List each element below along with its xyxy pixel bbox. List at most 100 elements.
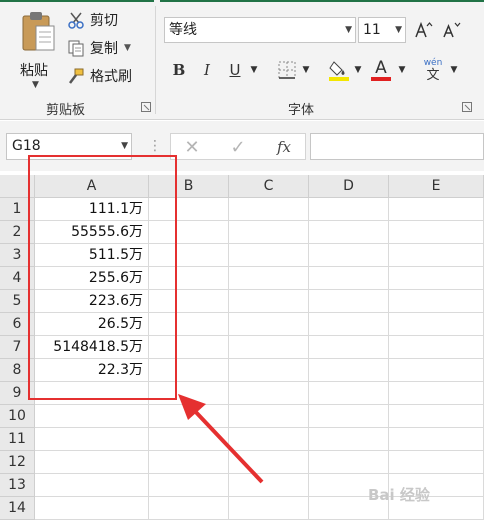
cell-e7[interactable] [389, 336, 484, 359]
cell-a7[interactable]: 5148418.5万 [35, 336, 149, 359]
cell-c3[interactable] [229, 244, 309, 267]
cell-a4[interactable]: 255.6万 [35, 267, 149, 290]
cell-b2[interactable] [149, 221, 229, 244]
cell-a13[interactable] [35, 474, 149, 497]
cell-b3[interactable] [149, 244, 229, 267]
chevron-down-icon[interactable]: ▼ [448, 58, 460, 82]
phonetic-guide-button[interactable]: wén 文 [420, 56, 446, 84]
cell-b6[interactable] [149, 313, 229, 336]
cell-c2[interactable] [229, 221, 309, 244]
cell-e4[interactable] [389, 267, 484, 290]
cell-d12[interactable] [309, 451, 389, 474]
chevron-down-icon[interactable]: ▼ [248, 58, 260, 82]
cell-d4[interactable] [309, 267, 389, 290]
cell-b12[interactable] [149, 451, 229, 474]
chevron-down-icon[interactable]: ▼ [121, 134, 128, 159]
cell-a14[interactable] [35, 497, 149, 520]
cell-b4[interactable] [149, 267, 229, 290]
splitter-dots-icon[interactable]: ⋮ [148, 138, 162, 154]
cell-e12[interactable] [389, 451, 484, 474]
borders-button[interactable] [274, 58, 300, 82]
cell-c12[interactable] [229, 451, 309, 474]
cell-b1[interactable] [149, 198, 229, 221]
font-size-select[interactable]: 11 ▼ [358, 17, 406, 43]
column-header-a[interactable]: A [35, 175, 149, 198]
font-color-button[interactable]: A [368, 56, 394, 84]
bold-button[interactable]: B [168, 58, 190, 82]
cell-a6[interactable]: 26.5万 [35, 313, 149, 336]
chevron-down-icon[interactable]: ▼ [396, 58, 408, 82]
row-header-7[interactable]: 7 [0, 336, 35, 359]
cell-c8[interactable] [229, 359, 309, 382]
cell-c5[interactable] [229, 290, 309, 313]
enter-check-icon[interactable]: ✓ [227, 136, 249, 158]
cell-e8[interactable] [389, 359, 484, 382]
row-header-4[interactable]: 4 [0, 267, 35, 290]
cell-d6[interactable] [309, 313, 389, 336]
cut-button[interactable]: 剪切 [66, 9, 118, 31]
name-box[interactable]: G18 ▼ [6, 133, 132, 160]
cell-e9[interactable] [389, 382, 484, 405]
cell-b14[interactable] [149, 497, 229, 520]
fill-color-button[interactable] [326, 56, 352, 84]
chevron-down-icon[interactable]: ▼ [124, 43, 131, 53]
cell-e3[interactable] [389, 244, 484, 267]
cell-b13[interactable] [149, 474, 229, 497]
cell-c14[interactable] [229, 497, 309, 520]
cell-b8[interactable] [149, 359, 229, 382]
row-header-8[interactable]: 8 [0, 359, 35, 382]
cell-b9[interactable] [149, 382, 229, 405]
cell-d2[interactable] [309, 221, 389, 244]
font-name-select[interactable]: 等线 ▼ [164, 17, 356, 43]
copy-button[interactable]: 复制 ▼ [66, 37, 131, 59]
cell-a8[interactable]: 22.3万 [35, 359, 149, 382]
cell-a2[interactable]: 55555.6万 [35, 221, 149, 244]
row-header-1[interactable]: 1 [0, 198, 35, 221]
cell-c9[interactable] [229, 382, 309, 405]
cancel-icon[interactable]: ✕ [181, 136, 203, 158]
cell-e1[interactable] [389, 198, 484, 221]
dialog-launcher-icon[interactable] [462, 102, 472, 112]
select-all-corner[interactable] [0, 175, 35, 198]
cell-c13[interactable] [229, 474, 309, 497]
cell-b11[interactable] [149, 428, 229, 451]
row-header-3[interactable]: 3 [0, 244, 35, 267]
row-header-2[interactable]: 2 [0, 221, 35, 244]
row-header-5[interactable]: 5 [0, 290, 35, 313]
cell-d5[interactable] [309, 290, 389, 313]
increase-font-size-button[interactable] [412, 18, 434, 42]
row-header-11[interactable]: 11 [0, 428, 35, 451]
paste-button[interactable]: 粘贴 ▼ [10, 6, 60, 94]
cell-d11[interactable] [309, 428, 389, 451]
cell-b5[interactable] [149, 290, 229, 313]
cell-a12[interactable] [35, 451, 149, 474]
cell-a1[interactable]: 111.1万 [35, 198, 149, 221]
cell-d9[interactable] [309, 382, 389, 405]
cell-c7[interactable] [229, 336, 309, 359]
cell-d10[interactable] [309, 405, 389, 428]
cell-d3[interactable] [309, 244, 389, 267]
cell-b10[interactable] [149, 405, 229, 428]
cell-a5[interactable]: 223.6万 [35, 290, 149, 313]
row-header-10[interactable]: 10 [0, 405, 35, 428]
cell-a9[interactable] [35, 382, 149, 405]
chevron-down-icon[interactable]: ▼ [300, 58, 312, 82]
cell-d8[interactable] [309, 359, 389, 382]
row-header-9[interactable]: 9 [0, 382, 35, 405]
cell-c1[interactable] [229, 198, 309, 221]
cell-a3[interactable]: 511.5万 [35, 244, 149, 267]
format-painter-button[interactable]: 格式刷 [66, 65, 132, 87]
cell-e10[interactable] [389, 405, 484, 428]
cell-c6[interactable] [229, 313, 309, 336]
cell-c11[interactable] [229, 428, 309, 451]
insert-function-button[interactable]: fx [271, 136, 297, 158]
row-header-12[interactable]: 12 [0, 451, 35, 474]
column-header-c[interactable]: C [229, 175, 309, 198]
row-header-13[interactable]: 13 [0, 474, 35, 497]
cell-c4[interactable] [229, 267, 309, 290]
cell-d1[interactable] [309, 198, 389, 221]
cell-e5[interactable] [389, 290, 484, 313]
formula-input[interactable] [310, 133, 484, 160]
decrease-font-size-button[interactable] [440, 18, 462, 42]
cell-e6[interactable] [389, 313, 484, 336]
